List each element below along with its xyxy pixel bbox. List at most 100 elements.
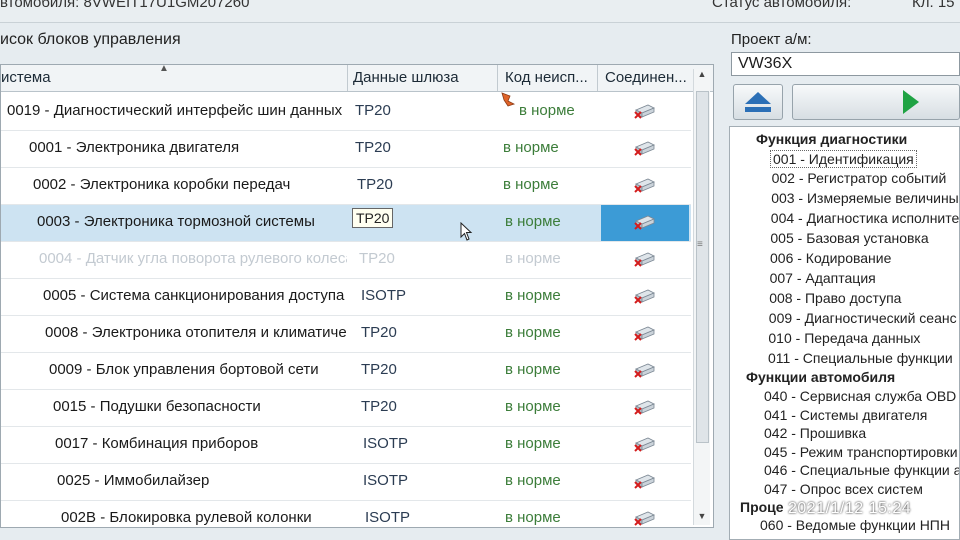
connection-cell[interactable] bbox=[601, 131, 689, 167]
connection-cell[interactable] bbox=[601, 353, 689, 389]
disconnected-icon bbox=[634, 511, 655, 526]
tree-group-vehicle[interactable]: Функции автомобиля bbox=[746, 369, 895, 385]
column-header-fault-code[interactable]: Код неисп... bbox=[505, 69, 588, 86]
control-units-table: истема ▲ Данные шлюза Код неисп... Соеди… bbox=[0, 64, 714, 528]
tree-item[interactable]: 006 - Кодирование bbox=[768, 250, 893, 266]
control-unit-name: 0019 - Диагностический интерфейс шин дан… bbox=[7, 102, 343, 119]
fault-code-status: в норме bbox=[505, 324, 561, 341]
gateway-data: ISOTP bbox=[363, 435, 409, 452]
table-row[interactable]: 0004 - Датчик угла поворота рулевого кол… bbox=[1, 242, 691, 279]
connection-cell[interactable] bbox=[601, 390, 689, 426]
table-row[interactable]: 0005 - Система санкционирования доступа I… bbox=[1, 279, 691, 316]
gateway-data: TP20 bbox=[357, 176, 393, 193]
table-row[interactable]: 0003 - Электроника тормозной системы TP20… bbox=[1, 205, 691, 242]
disconnected-icon bbox=[634, 252, 655, 267]
control-unit-name: 0005 - Система санкционирования доступа bbox=[43, 287, 345, 304]
control-units-title: исок блоков управления bbox=[0, 31, 181, 48]
column-divider[interactable] bbox=[347, 65, 348, 91]
fault-code-status: в норме bbox=[505, 398, 561, 415]
tree-item[interactable]: 011 - Специальные функции bbox=[766, 350, 955, 366]
connection-cell[interactable] bbox=[601, 464, 689, 500]
connection-cell[interactable] bbox=[601, 242, 689, 278]
tree-item[interactable]: 005 - Базовая установка bbox=[768, 230, 930, 246]
control-unit-name: 0017 - Комбинация приборов bbox=[55, 435, 259, 452]
column-header-connection[interactable]: Соединен... bbox=[605, 69, 687, 86]
fault-code-status: в норме bbox=[505, 435, 561, 452]
tree-item[interactable]: 003 - Измеряемые величины bbox=[769, 190, 959, 206]
table-row[interactable]: 0025 - Иммобилайзер ISOTP в норме bbox=[1, 464, 691, 501]
table-row[interactable]: 0017 - Комбинация приборов ISOTP в норме bbox=[1, 427, 691, 464]
connection-cell[interactable] bbox=[601, 316, 689, 352]
control-unit-name: 0002 - Электроника коробки передач bbox=[33, 176, 291, 193]
fault-code-status: в норме bbox=[505, 287, 561, 304]
tree-item[interactable]: 045 - Режим транспортировки bbox=[762, 444, 959, 460]
column-header-system[interactable]: истема bbox=[1, 69, 51, 86]
tree-item[interactable]: 009 - Диагностический сеанс bbox=[767, 310, 959, 326]
tree-item[interactable]: 007 - Адаптация bbox=[768, 270, 878, 286]
scroll-up-arrow-icon[interactable]: ▲ bbox=[694, 69, 710, 83]
start-button[interactable] bbox=[792, 84, 960, 120]
fault-code-status: в норме bbox=[519, 102, 575, 119]
fault-code-status: в норме bbox=[503, 139, 559, 156]
project-field[interactable]: VW36X bbox=[731, 52, 960, 76]
tree-item[interactable]: 060 - Ведомые функции НПН bbox=[758, 517, 952, 533]
control-unit-name: 0003 - Электроника тормозной системы bbox=[37, 213, 315, 230]
connection-cell[interactable] bbox=[601, 205, 689, 241]
fault-flag-icon bbox=[501, 92, 516, 107]
connection-cell[interactable] bbox=[601, 94, 689, 130]
connection-cell[interactable] bbox=[601, 427, 689, 463]
table-row[interactable]: 002B - Блокировка рулевой колонки ISOTP в … bbox=[1, 501, 691, 527]
control-unit-name: 0001 - Электроника двигателя bbox=[29, 139, 240, 156]
tree-item[interactable]: 002 - Регистратор событий bbox=[770, 170, 949, 186]
project-label: Проект а/м: bbox=[731, 31, 812, 48]
connection-cell[interactable] bbox=[601, 501, 689, 527]
tree-item[interactable]: 004 - Диагностика исполнителей bbox=[769, 210, 959, 226]
table-scrollbar[interactable]: ▲ ≡ ▼ bbox=[693, 69, 710, 525]
vehicle-id-text: втомобиля: 8VWEIT17U1GM207260 bbox=[0, 0, 250, 11]
gateway-data: TP20 bbox=[355, 139, 391, 156]
table-row[interactable]: 0019 - Диагностический интерфейс шин дан… bbox=[1, 94, 691, 131]
tree-item[interactable]: 010 - Передача данных bbox=[766, 330, 922, 346]
connection-cell[interactable] bbox=[601, 279, 689, 315]
gateway-data: TP20 bbox=[361, 361, 397, 378]
disconnected-icon bbox=[634, 215, 655, 230]
table-row[interactable]: 0008 - Электроника отопителя и климатиче… bbox=[1, 316, 691, 353]
functions-tree: Функция диагностики 001 - Идентификация 00… bbox=[729, 126, 960, 540]
table-row[interactable]: 0001 - Электроника двигателя TP20 в норме bbox=[1, 131, 691, 168]
table-row[interactable]: 0009 - Блок управления бортовой сети TP20… bbox=[1, 353, 691, 390]
fault-code-status: в норме bbox=[505, 213, 561, 230]
fault-code-status: в норме bbox=[505, 250, 561, 267]
fault-code-status: в норме bbox=[505, 361, 561, 378]
gateway-data: ISOTP bbox=[365, 509, 411, 526]
tree-item[interactable]: 040 - Сервисная служба OBD bbox=[762, 388, 958, 404]
sort-ascending-icon: ▲ bbox=[159, 64, 169, 74]
disconnected-icon bbox=[634, 326, 655, 341]
column-header-gateway[interactable]: Данные шлюза bbox=[353, 69, 459, 86]
tree-item[interactable]: 042 - Прошивка bbox=[762, 425, 868, 441]
fault-code-status: в норме bbox=[503, 176, 559, 193]
fault-code-status: в норме bbox=[505, 472, 561, 489]
table-header: истема ▲ Данные шлюза Код неисп... Соеди… bbox=[1, 64, 713, 92]
column-divider[interactable] bbox=[597, 65, 598, 91]
scroll-down-arrow-icon[interactable]: ▼ bbox=[694, 511, 710, 525]
top-status-bar: втомобиля: 8VWEIT17U1GM207260 Статус авт… bbox=[0, 0, 960, 23]
disconnected-icon bbox=[634, 474, 655, 489]
scroll-thumb[interactable] bbox=[696, 91, 709, 443]
disconnected-icon bbox=[634, 141, 655, 156]
tree-item[interactable]: 041 - Системы двигателя bbox=[762, 407, 929, 423]
tree-group-diagnostics[interactable]: Функция диагностики bbox=[756, 131, 907, 147]
tree-item[interactable]: 001 - Идентификация bbox=[770, 150, 917, 168]
column-divider[interactable] bbox=[497, 65, 498, 91]
connection-cell[interactable] bbox=[601, 168, 689, 204]
disconnected-icon bbox=[634, 289, 655, 304]
tree-group-procedures[interactable]: Проце bbox=[740, 499, 784, 515]
mouse-cursor-icon bbox=[460, 222, 473, 241]
table-row[interactable]: 0015 - Подушки безопасности TP20 в норме bbox=[1, 390, 691, 427]
tree-item[interactable]: 047 - Опрос всех систем bbox=[762, 481, 925, 497]
control-unit-name: 0004 - Датчик угла поворота рулевого кол… bbox=[39, 250, 347, 267]
control-unit-name: 0009 - Блок управления бортовой сети bbox=[49, 361, 319, 378]
tree-item[interactable]: 046 - Специальные функции авто bbox=[762, 462, 959, 478]
eject-button[interactable] bbox=[733, 84, 783, 120]
tree-item[interactable]: 008 - Право доступа bbox=[767, 290, 903, 306]
table-row[interactable]: 0002 - Электроника коробки передач TP20 в … bbox=[1, 168, 691, 205]
